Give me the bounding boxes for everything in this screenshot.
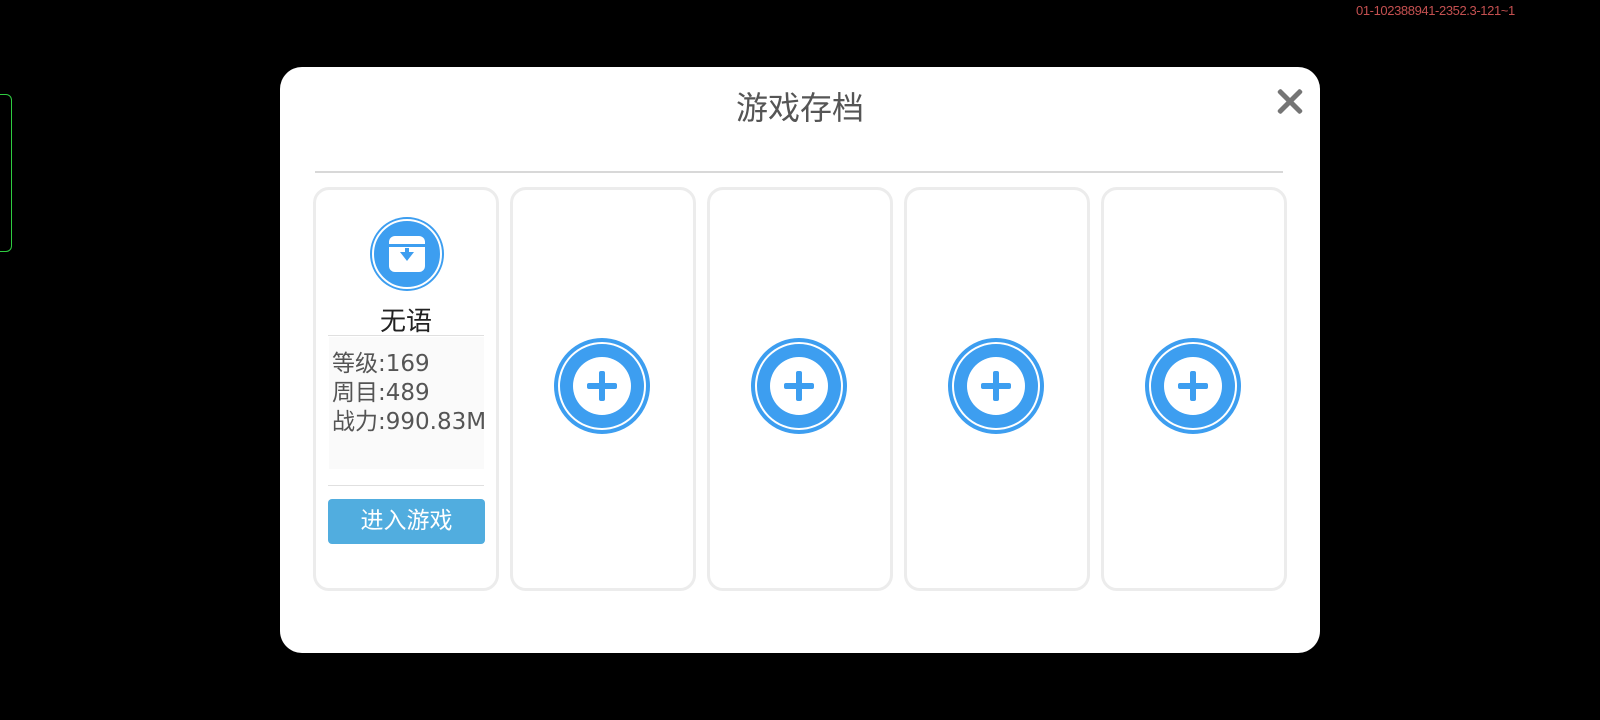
plus-circle-icon[interactable] (948, 338, 1044, 434)
save-slot-5[interactable] (1101, 187, 1287, 591)
plus-circle-icon[interactable] (1145, 338, 1241, 434)
dialog-title: 游戏存档 (735, 89, 864, 127)
save-slot-3[interactable] (707, 187, 893, 591)
save-slot-1[interactable]: 无语 等级:169 周目:489 战力:990.83M 进入游戏 (313, 187, 499, 591)
plus-circle-icon[interactable] (554, 338, 650, 434)
save-download-icon (372, 219, 442, 289)
save-slot-4[interactable] (904, 187, 1090, 591)
close-icon[interactable] (1270, 82, 1310, 122)
stats-divider (328, 485, 484, 486)
cycle-stat: 周目:489 (332, 380, 430, 406)
game-save-dialog: 游戏存档 无语 等级:169 周目:489 战力:990.83M 进入游戏 (280, 67, 1320, 653)
player-name: 无语 (379, 307, 432, 337)
name-divider (328, 335, 484, 336)
level-stat: 等级:169 (332, 351, 430, 377)
title-divider (315, 171, 1283, 173)
power-stat: 战力:990.83M (332, 409, 487, 435)
enter-game-button[interactable]: 进入游戏 (328, 499, 485, 544)
side-drawer-handle[interactable] (0, 94, 12, 252)
save-stats: 等级:169 周目:489 战力:990.83M (329, 337, 487, 469)
save-slot-2[interactable] (510, 187, 696, 591)
build-version-tag: 01-102388941-2352.3-121~1 (1356, 3, 1515, 18)
plus-circle-icon[interactable] (751, 338, 847, 434)
